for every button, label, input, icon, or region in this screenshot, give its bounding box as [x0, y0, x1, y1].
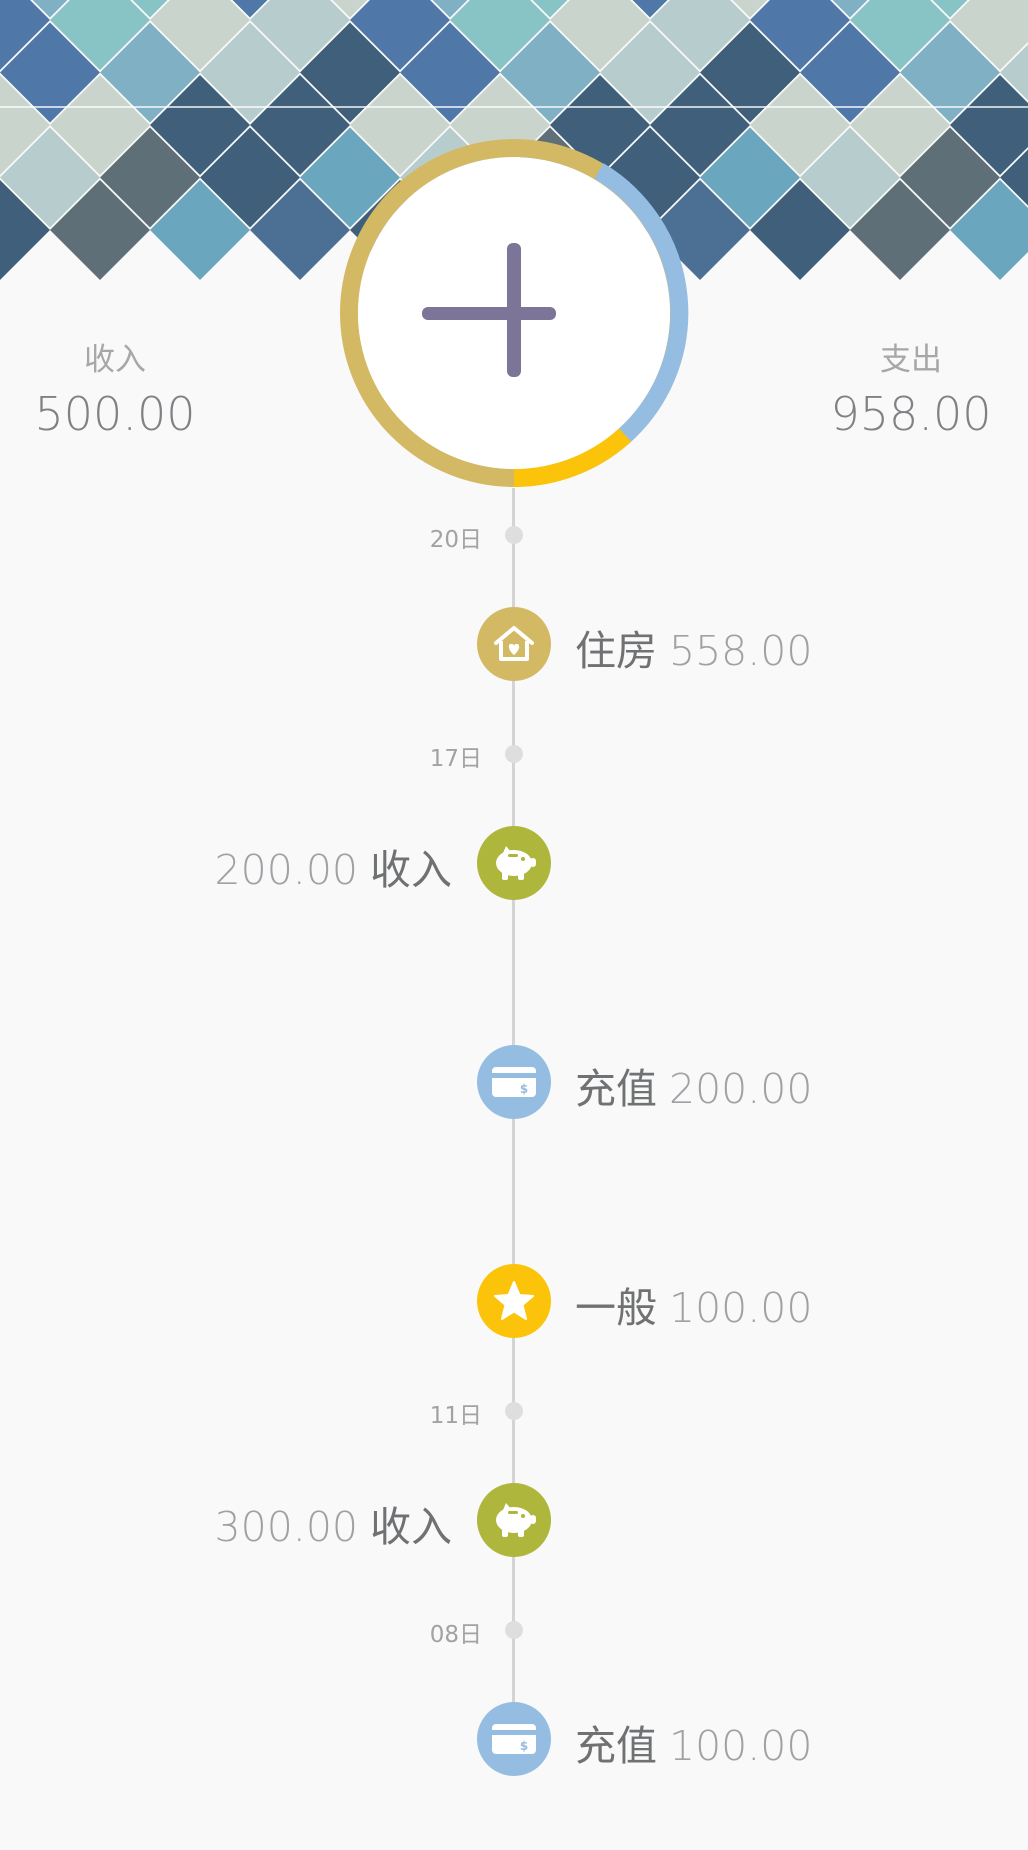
entry-category: 充值: [575, 1722, 657, 1770]
entry-category: 收入: [370, 1503, 452, 1551]
expense-value: 958.00: [830, 387, 992, 441]
income-category-button[interactable]: [477, 1483, 551, 1557]
svg-text:$: $: [520, 1082, 528, 1096]
piggy-bank-icon: [496, 1503, 536, 1537]
date-dot: [505, 526, 523, 544]
income-summary: 收入 500.00: [30, 334, 200, 441]
date-dot: [505, 1402, 523, 1420]
entry-topup[interactable]: 充值 200.00: [575, 1055, 812, 1115]
entry-category: 住房: [575, 627, 657, 675]
date-label: 11日: [429, 1403, 482, 1429]
entry-topup[interactable]: 充值 100.00: [575, 1712, 812, 1772]
piggy-bank-icon: [496, 846, 536, 880]
banner-divider: [0, 106, 1028, 108]
date-label: 08日: [429, 1622, 482, 1648]
star-icon: [494, 1281, 534, 1320]
housing-category-button[interactable]: [477, 607, 551, 681]
entry-general[interactable]: 一般 100.00: [575, 1274, 812, 1334]
date-dot: [505, 745, 523, 763]
entry-amount: 558.00: [669, 627, 813, 675]
expense-summary: 支出 958.00: [826, 334, 996, 441]
entry-amount: 100.00: [669, 1284, 813, 1332]
topup-category-button[interactable]: $: [477, 1045, 551, 1119]
entry-category: 充值: [575, 1065, 657, 1113]
topup-category-button[interactable]: $: [477, 1702, 551, 1776]
date-label: 17日: [429, 746, 482, 772]
income-category-button[interactable]: [477, 826, 551, 900]
entry-amount: 200.00: [214, 846, 358, 894]
plus-icon: [422, 307, 556, 320]
house-heart-icon: [494, 626, 534, 661]
income-label: 收入: [84, 342, 146, 378]
general-category-button[interactable]: [477, 1264, 551, 1338]
expense-label: 支出: [880, 342, 942, 378]
plus-icon-vertical: [507, 243, 521, 377]
svg-text:$: $: [520, 1739, 528, 1753]
add-record-button[interactable]: [358, 157, 670, 469]
entry-income[interactable]: 200.00 收入: [215, 836, 452, 896]
income-value: 500.00: [34, 387, 196, 441]
entry-category: 收入: [370, 846, 452, 894]
entry-amount: 200.00: [669, 1065, 813, 1113]
entry-amount: 300.00: [214, 1503, 358, 1551]
credit-card-icon: $: [492, 1724, 536, 1754]
date-label: 20日: [429, 527, 482, 553]
credit-card-icon: $: [492, 1067, 536, 1097]
entry-amount: 100.00: [669, 1722, 813, 1770]
date-dot: [505, 1621, 523, 1639]
entry-category: 一般: [575, 1284, 657, 1332]
entry-housing[interactable]: 住房 558.00: [575, 617, 812, 677]
entry-income[interactable]: 300.00 收入: [215, 1493, 452, 1553]
